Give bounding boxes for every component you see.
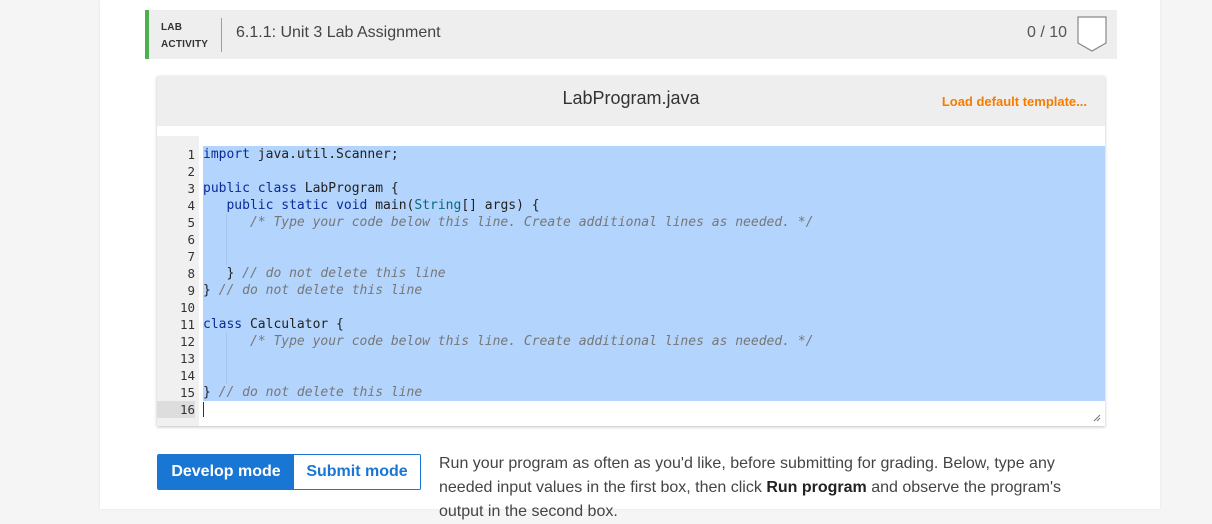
code-text[interactable]: class Calculator { bbox=[203, 316, 1105, 333]
run-program-text: Run program bbox=[766, 479, 867, 496]
code-text[interactable]: } // do not delete this line bbox=[203, 384, 1105, 401]
line-number: 14 bbox=[179, 368, 195, 383]
code-line[interactable]: 14 bbox=[157, 367, 1105, 384]
line-number: 3 bbox=[187, 181, 195, 196]
code-text[interactable]: } // do not delete this line bbox=[203, 282, 1105, 299]
score-display: 0 / 10 bbox=[1026, 24, 1067, 41]
code-text[interactable] bbox=[203, 248, 1105, 265]
line-number: 9 bbox=[187, 283, 195, 298]
code-text[interactable] bbox=[203, 401, 1105, 418]
page-content: LAB ACTIVITY 6.1.1: Unit 3 Lab Assignmen… bbox=[100, 0, 1160, 520]
code-line[interactable]: 1 import java.util.Scanner; bbox=[157, 146, 1105, 163]
code-text[interactable]: import java.util.Scanner; bbox=[203, 146, 1105, 163]
load-default-template-link[interactable]: Load default template... bbox=[942, 94, 1087, 109]
code-text[interactable] bbox=[203, 299, 1105, 316]
code-line[interactable]: 11 class Calculator { bbox=[157, 316, 1105, 333]
code-text[interactable] bbox=[203, 367, 1105, 384]
code-text[interactable] bbox=[203, 231, 1105, 248]
line-number: 15 bbox=[179, 385, 195, 400]
indent-guide bbox=[226, 231, 228, 248]
indent-guide bbox=[226, 350, 228, 367]
run-instructions: Run your program as often as you'd like,… bbox=[439, 452, 1109, 524]
line-number: 5 bbox=[187, 215, 195, 230]
text-cursor bbox=[203, 402, 204, 417]
code-editor-panel: LabProgram.java Load default template...… bbox=[157, 76, 1105, 426]
code-line[interactable]: 10 bbox=[157, 299, 1105, 316]
code-line[interactable]: 8 } // do not delete this line bbox=[157, 265, 1105, 282]
line-number: 2 bbox=[187, 164, 195, 179]
score-badge-icon bbox=[1077, 16, 1107, 52]
indent-guide bbox=[226, 248, 228, 265]
code-editor[interactable]: 1 import java.util.Scanner; 2 3 public class… bbox=[157, 136, 1105, 426]
line-number: 16 bbox=[157, 401, 195, 418]
mode-toggle: Develop mode Submit mode bbox=[157, 454, 421, 490]
indent-guide bbox=[226, 367, 228, 384]
code-line[interactable]: 5 /* Type your code below this line. Cre… bbox=[157, 214, 1105, 231]
line-number: 1 bbox=[187, 147, 195, 162]
code-line[interactable]: 2 bbox=[157, 163, 1105, 180]
indent-guide bbox=[226, 214, 228, 231]
line-number: 12 bbox=[179, 334, 195, 349]
activity-header: LAB ACTIVITY 6.1.1: Unit 3 Lab Assignmen… bbox=[145, 10, 1117, 59]
activity-tag-line2: ACTIVITY bbox=[161, 39, 209, 50]
code-line[interactable]: 6 bbox=[157, 231, 1105, 248]
code-text[interactable]: public class LabProgram { bbox=[203, 180, 1105, 197]
code-text[interactable]: public static void main(String[] args) { bbox=[203, 197, 1105, 214]
code-line[interactable]: 3 public class LabProgram { bbox=[157, 180, 1105, 197]
line-number: 6 bbox=[187, 232, 195, 247]
code-text[interactable]: /* Type your code below this line. Creat… bbox=[203, 214, 1105, 231]
line-number: 10 bbox=[179, 300, 195, 315]
submit-mode-button[interactable]: Submit mode bbox=[294, 455, 420, 489]
line-number: 7 bbox=[187, 249, 195, 264]
code-line[interactable]: 12 /* Type your code below this line. Cr… bbox=[157, 333, 1105, 350]
code-text[interactable]: /* Type your code below this line. Creat… bbox=[203, 333, 1105, 350]
code-line[interactable]: 9 } // do not delete this line bbox=[157, 282, 1105, 299]
code-line[interactable]: 13 bbox=[157, 350, 1105, 367]
develop-mode-button[interactable]: Develop mode bbox=[158, 455, 294, 489]
activity-type-label: LAB ACTIVITY bbox=[161, 19, 221, 53]
indent-guide bbox=[226, 333, 228, 350]
activity-tag-line1: LAB bbox=[161, 22, 183, 33]
editor-toolbar: LabProgram.java Load default template... bbox=[157, 76, 1105, 126]
line-number: 13 bbox=[179, 351, 195, 366]
resize-handle-icon[interactable] bbox=[1093, 414, 1101, 422]
lab-activity: LAB ACTIVITY 6.1.1: Unit 3 Lab Assignmen… bbox=[145, 10, 1117, 520]
code-line[interactable]: 16 bbox=[157, 401, 1105, 418]
code-text[interactable] bbox=[203, 350, 1105, 367]
line-number: 11 bbox=[179, 317, 195, 332]
activity-title: 6.1.1: Unit 3 Lab Assignment bbox=[236, 24, 441, 41]
line-number: 8 bbox=[187, 266, 195, 281]
code-text[interactable] bbox=[203, 163, 1105, 180]
code-line[interactable]: 4 public static void main(String[] args)… bbox=[157, 197, 1105, 214]
code-line[interactable]: 15 } // do not delete this line bbox=[157, 384, 1105, 401]
header-divider bbox=[221, 18, 222, 52]
code-line[interactable]: 7 bbox=[157, 248, 1105, 265]
line-number: 4 bbox=[187, 198, 195, 213]
code-text[interactable]: } // do not delete this line bbox=[203, 265, 1105, 282]
